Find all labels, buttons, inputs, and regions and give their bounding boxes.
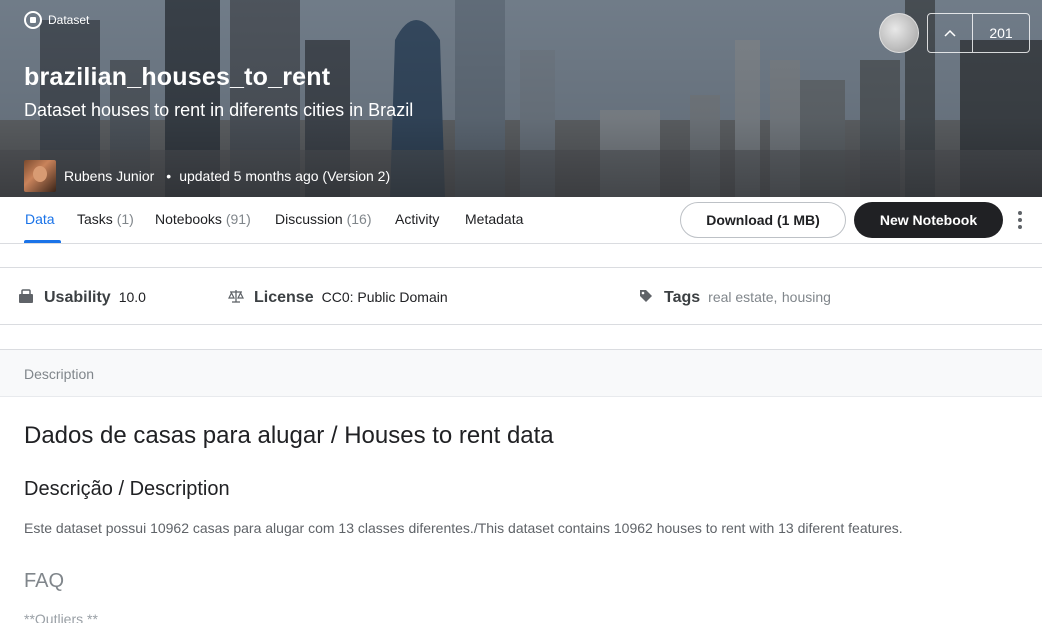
dataset-type-label: Dataset [24,11,89,29]
usability-value: 10.0 [118,289,146,305]
dataset-tabs: Data Tasks (1) Notebooks (91) Discussion… [0,197,1042,244]
faq-heading: FAQ [24,570,65,592]
vote-count: 201 [989,25,1013,41]
active-tab-indicator [24,240,61,243]
dataset-type-text: Dataset [48,13,90,27]
tab-discussion-count: (16) [346,211,372,227]
new-notebook-button[interactable]: New Notebook [854,202,1003,238]
chevron-up-icon [944,29,956,37]
tab-tasks-label: Tasks [77,211,113,227]
dataset-header-banner: Dataset brazilian_houses_to_rent Dataset… [0,0,1042,197]
scale-icon [228,290,244,303]
description-paragraph: Este dataset possui 10962 casas para alu… [24,520,903,536]
owner-name-link[interactable]: Rubens Junior [64,168,154,184]
usability-icon [19,289,33,303]
tab-metadata[interactable]: Metadata [465,211,523,227]
description-section-label: Description [24,366,95,382]
dataset-title: brazilian_houses_to_rent [24,63,331,91]
tab-tasks-count: (1) [116,211,134,227]
tag-housing[interactable]: housing [782,289,831,305]
updated-text: updated 5 months ago (Version 2) [179,168,391,184]
owner-row: Rubens Junior • updated 5 months ago (Ve… [24,160,390,192]
license-value[interactable]: CC0: Public Domain [322,289,448,305]
tab-tasks[interactable]: Tasks (1) [77,211,134,227]
tab-discussion-label: Discussion [275,211,343,227]
separator-dot: • [166,168,172,184]
tab-activity[interactable]: Activity [395,211,439,227]
tags-label: Tags [664,289,701,306]
dataset-metadata-strip: Usability 10.0 License CC0: Public Domai… [0,267,1042,325]
dataset-subtitle: Dataset houses to rent in diferents citi… [24,100,414,120]
usability-item: Usability 10.0 [18,286,146,307]
tab-notebooks-label: Notebooks [155,211,222,227]
description-subheading: Descrição / Description [24,478,230,500]
description-heading: Dados de casas para alugar / Houses to r… [24,422,554,449]
tags-item: Tags real estate, housing [638,286,831,307]
description-section-header: Description [0,349,1042,397]
vote-widget: 201 [927,13,1030,53]
tab-metadata-label: Metadata [465,211,524,227]
license-item: License CC0: Public Domain [228,286,448,307]
tag-icon [640,290,652,302]
usability-label: Usability [44,289,111,306]
dataset-icon [24,11,42,29]
download-button[interactable]: Download (1 MB) [680,202,846,238]
tab-data-label: Data [25,211,55,227]
tag-real-estate[interactable]: real estate [708,289,773,305]
owner-avatar[interactable] [24,160,56,192]
tag-separator: , [773,289,778,305]
tab-data[interactable]: Data [25,211,55,227]
tab-notebooks[interactable]: Notebooks (91) [155,211,251,227]
theme-toggle-icon[interactable] [879,13,919,53]
tab-activity-label: Activity [395,211,440,227]
tab-discussion[interactable]: Discussion (16) [275,211,372,227]
more-options-icon[interactable] [1012,209,1028,231]
tab-notebooks-count: (91) [225,211,251,227]
upvote-button[interactable] [928,14,973,52]
outliers-text: **Outliers ** [24,611,98,623]
license-label: License [254,289,314,306]
